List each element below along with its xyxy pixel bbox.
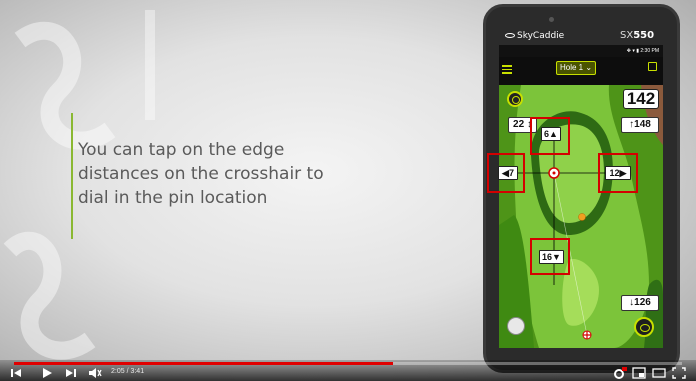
clock: 2:30 PM (640, 48, 659, 54)
time-display: 2:05 / 3:41 (111, 368, 145, 375)
previous-icon[interactable] (10, 367, 22, 379)
fullscreen-icon[interactable] (672, 367, 686, 379)
crosshair-right-distance[interactable]: 12▶ (605, 166, 631, 180)
theater-icon[interactable] (652, 367, 666, 379)
pin-distance-box[interactable]: ↑148 (621, 117, 659, 133)
video-frame[interactable]: You can tap on the edge distances on the… (0, 0, 696, 381)
app-topbar: Hole 1 ⌄ (499, 57, 663, 85)
chevron-down-icon: ⌄ (585, 63, 593, 72)
edit-icon[interactable] (648, 62, 657, 71)
brand-logo-icon (505, 33, 515, 38)
crosshair-right-value: 12 (609, 168, 620, 178)
camera-dot (549, 17, 554, 22)
play-icon[interactable] (41, 367, 53, 379)
device-model: SX550 (620, 30, 654, 41)
back-distance: 126 (634, 297, 651, 308)
triangle-right-icon: ▶ (619, 168, 627, 178)
front-distance: 22 (513, 119, 525, 130)
progress-fill (14, 362, 393, 365)
menu-icon[interactable] (502, 63, 512, 74)
device-screen: ✥ ▾ ▮ 2:30 PM Hole 1 ⌄ 142 22 ↕ ↑148 ↓12… (499, 45, 663, 348)
next-icon[interactable] (65, 367, 77, 379)
eye-icon[interactable] (634, 317, 654, 337)
hole-label: Hole 1 (559, 63, 584, 72)
pin-distance: 148 (634, 119, 651, 130)
hole-selector[interactable]: Hole 1 ⌄ (556, 61, 596, 75)
target-icon[interactable] (507, 91, 523, 107)
crosshair-left-value: 7 (508, 168, 514, 178)
brand-name: SkyCaddie (517, 31, 565, 41)
status-bar: ✥ ▾ ▮ 2:30 PM (627, 48, 659, 54)
device-brand: SkyCaddie (505, 31, 564, 41)
crosshair-bottom-distance[interactable]: 16▼ (539, 250, 564, 264)
back-distance-box[interactable]: ↓126 (621, 295, 659, 311)
model-prefix: SX (620, 30, 634, 41)
model-number: 550 (633, 30, 655, 41)
triangle-up-icon: ▲ (549, 129, 558, 139)
miniplayer-icon[interactable] (632, 367, 646, 379)
caption-accent-bar (71, 113, 73, 239)
crosshair-bottom-value: 16 (542, 252, 553, 262)
layup-button[interactable] (507, 317, 525, 335)
volume-muted-icon[interactable] (88, 367, 102, 379)
main-distance: 142 (623, 89, 659, 109)
crosshair-left-distance[interactable]: ◀7 (498, 166, 518, 180)
caption-text: You can tap on the edge distances on the… (78, 140, 324, 208)
settings-icon[interactable] (613, 367, 627, 379)
signal-icon: ✥ ▾ ▮ (626, 48, 639, 54)
triangle-left-icon: ◀ (502, 168, 509, 178)
triangle-down-icon: ▼ (552, 252, 561, 262)
crosshair-top-distance[interactable]: 6▲ (541, 127, 561, 141)
